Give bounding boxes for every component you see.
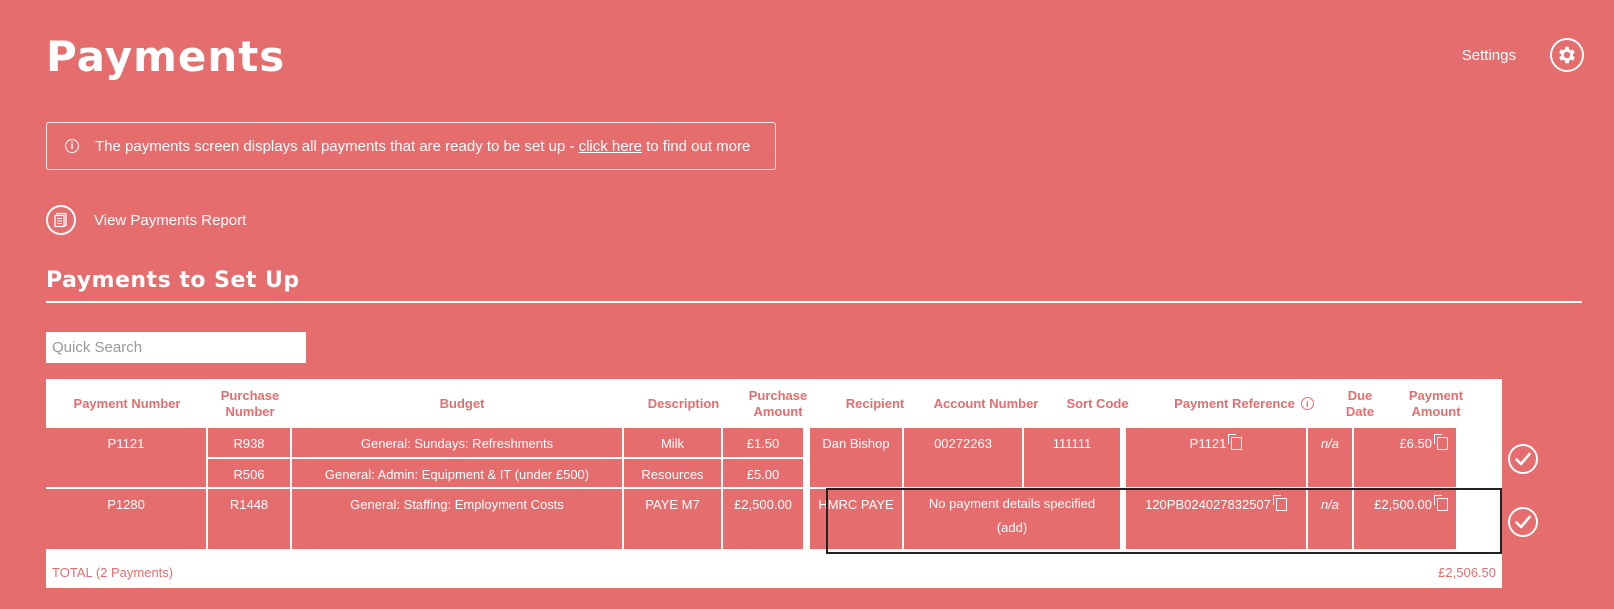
table-cell-description: PAYE M7 <box>624 489 721 549</box>
info-banner: i The payments screen displays all payme… <box>46 122 776 170</box>
section-title: Payments to Set Up <box>46 268 300 293</box>
copy-icon[interactable] <box>1434 434 1448 450</box>
report-icon[interactable] <box>46 205 76 235</box>
table-cell-payment-amount: £6.50 <box>1354 428 1456 487</box>
table-cell-description: Milk <box>624 428 721 457</box>
table-cell-payment-number: P1280 <box>46 489 206 549</box>
info-link[interactable]: click here <box>579 138 642 155</box>
confirm-payment-button[interactable] <box>1508 444 1538 474</box>
info-text: The payments screen displays all payment… <box>95 137 751 155</box>
info-icon[interactable]: i <box>1300 397 1314 410</box>
copy-icon[interactable] <box>1434 495 1448 511</box>
table-cell-description: Resources <box>624 459 721 487</box>
table-cell-due-date: n/a <box>1308 489 1352 549</box>
table-cell-payment-reference: 120PB024027832507 <box>1126 489 1306 549</box>
table-cell-recipient: Dan Bishop <box>810 428 902 487</box>
header-purchase-amount[interactable]: Purchase Amount <box>735 379 821 428</box>
table-cell-sort-code: 111111 <box>1024 428 1120 487</box>
payments-table: Payment Number Purchase Number Budget De… <box>46 379 1502 588</box>
copy-icon[interactable] <box>1272 495 1287 511</box>
gear-icon[interactable] <box>1550 38 1584 72</box>
page-title: Payments <box>46 32 286 81</box>
header-purchase-number[interactable]: Purchase Number <box>208 379 292 428</box>
table-cell-purchase-amount: £1.50 <box>723 428 803 457</box>
header-account-number[interactable]: Account Number <box>924 379 1048 428</box>
add-payment-details-link[interactable]: (add) <box>997 520 1027 535</box>
copy-icon[interactable] <box>1228 434 1243 450</box>
header-sort-code[interactable]: Sort Code <box>1048 379 1147 428</box>
info-icon: i <box>65 139 79 153</box>
header-budget[interactable]: Budget <box>292 379 632 428</box>
section-divider <box>46 301 1582 303</box>
table-cell-purchase-amount: £5.00 <box>723 459 803 487</box>
table-cell-budget: General: Admin: Equipment & IT (under £5… <box>292 459 622 487</box>
settings-link[interactable]: Settings <box>1462 47 1516 64</box>
header-payment-number[interactable]: Payment Number <box>46 379 208 428</box>
table-cell-payment-amount: £2,500.00 <box>1354 489 1456 549</box>
header-payment-amount[interactable]: Payment Amount <box>1384 379 1488 428</box>
table-cell-no-payment-details: No payment details specified (add) <box>904 489 1120 549</box>
header-recipient[interactable]: Recipient <box>826 379 924 428</box>
table-cell-payment-reference: P1121 <box>1126 428 1306 487</box>
table-cell-due-date: n/a <box>1308 428 1352 487</box>
header-payment-reference[interactable]: Payment Reference i <box>1152 379 1336 428</box>
view-payments-report-link[interactable]: View Payments Report <box>46 205 246 235</box>
confirm-payment-button[interactable] <box>1508 507 1538 537</box>
table-cell-payment-number: P1121 <box>46 428 206 487</box>
table-cell-purchase-amount: £2,500.00 <box>723 489 803 549</box>
header-description[interactable]: Description <box>632 379 735 428</box>
table-cell-budget: General: Staffing: Employment Costs <box>292 489 622 549</box>
table-cell-purchase-number: R938 <box>208 428 290 457</box>
table-cell-recipient: HMRC PAYE <box>810 489 902 549</box>
table-cell-budget: General: Sundays: Refreshments <box>292 428 622 457</box>
header-due-date[interactable]: Due Date <box>1336 379 1384 428</box>
table-cell-purchase-number: R1448 <box>208 489 290 549</box>
total-value: £2,506.50 <box>1438 565 1496 580</box>
total-label: TOTAL (2 Payments) <box>52 565 174 580</box>
quick-search-input[interactable] <box>46 332 306 363</box>
settings-area: Settings <box>1462 38 1584 72</box>
table-cell-purchase-number: R506 <box>208 459 290 487</box>
table-cell-account-number: 00272263 <box>904 428 1022 487</box>
report-label[interactable]: View Payments Report <box>94 212 246 229</box>
